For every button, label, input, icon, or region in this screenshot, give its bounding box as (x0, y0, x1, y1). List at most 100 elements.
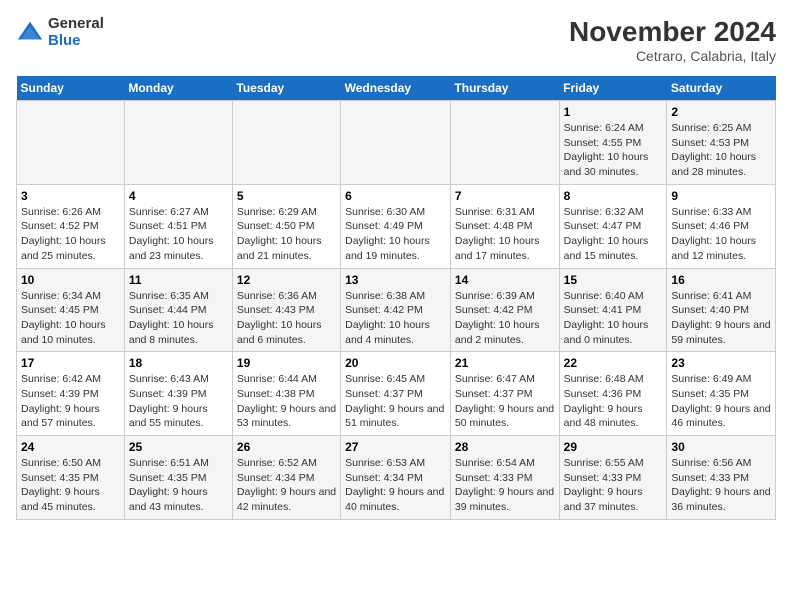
page-subtitle: Cetraro, Calabria, Italy (569, 48, 776, 64)
calendar-cell: 15 Sunrise: 6:40 AM Sunset: 4:41 PM Dayli… (559, 268, 667, 352)
calendar-cell (17, 101, 125, 185)
day-number: 7 (455, 189, 555, 203)
weekday-header: Wednesday (341, 76, 451, 101)
page-header: General Blue November 2024 Cetraro, Cala… (16, 16, 776, 64)
calendar-cell: 6Sunrise: 6:30 AM Sunset: 4:49 PM Daylig… (341, 184, 451, 268)
day-number: 6 (345, 189, 446, 203)
day-info: Sunrise: 6:35 AM Sunset: 4:44 PM Dayligh… (129, 289, 228, 348)
day-info: Sunrise: 6:29 AM Sunset: 4:50 PM Dayligh… (237, 205, 336, 264)
day-number: 30 (671, 440, 771, 454)
day-info: Sunrise: 6:52 AM Sunset: 4:34 PM Dayligh… (237, 456, 336, 515)
calendar-week-row: 3Sunrise: 6:26 AM Sunset: 4:52 PM Daylig… (17, 184, 776, 268)
weekday-header: Monday (124, 76, 232, 101)
day-number: 15 (564, 273, 663, 287)
day-number: 26 (237, 440, 336, 454)
calendar-cell: 23Sunrise: 6:49 AM Sunset: 4:35 PM Dayli… (667, 352, 776, 436)
calendar-week-row: 10 Sunrise: 6:34 AM Sunset: 4:45 PM Dayli… (17, 268, 776, 352)
calendar-body: 1 Sunrise: 6:24 AM Sunset: 4:55 PM Daylig… (17, 101, 776, 520)
calendar-cell: 24 Sunrise: 6:50 AM Sunset: 4:35 PM Dayli… (17, 436, 125, 520)
day-info: Sunrise: 6:47 AM Sunset: 4:37 PM Dayligh… (455, 372, 555, 431)
day-info: Sunrise: 6:40 AM Sunset: 4:41 PM Dayligh… (564, 289, 663, 348)
day-info: Sunrise: 6:45 AM Sunset: 4:37 PM Dayligh… (345, 372, 446, 431)
day-number: 13 (345, 273, 446, 287)
calendar-cell: 22 Sunrise: 6:48 AM Sunset: 4:36 PM Dayli… (559, 352, 667, 436)
calendar-table: SundayMondayTuesdayWednesdayThursdayFrid… (16, 76, 776, 520)
day-number: 28 (455, 440, 555, 454)
day-number: 9 (671, 189, 771, 203)
calendar-cell: 12 Sunrise: 6:36 AM Sunset: 4:43 PM Dayli… (232, 268, 340, 352)
calendar-cell (124, 101, 232, 185)
calendar-cell: 14Sunrise: 6:39 AM Sunset: 4:42 PM Dayli… (450, 268, 559, 352)
day-number: 27 (345, 440, 446, 454)
calendar-cell: 16 Sunrise: 6:41 AM Sunset: 4:40 PM Dayli… (667, 268, 776, 352)
day-number: 24 (21, 440, 120, 454)
day-info: Sunrise: 6:51 AM Sunset: 4:35 PM Dayligh… (129, 456, 228, 515)
weekday-header: Saturday (667, 76, 776, 101)
calendar-cell (232, 101, 340, 185)
day-number: 14 (455, 273, 555, 287)
calendar-cell: 2 Sunrise: 6:25 AM Sunset: 4:53 PM Daylig… (667, 101, 776, 185)
day-number: 18 (129, 356, 228, 370)
day-info: Sunrise: 6:56 AM Sunset: 4:33 PM Dayligh… (671, 456, 771, 515)
logo-general: General (48, 16, 104, 33)
calendar-cell: 26 Sunrise: 6:52 AM Sunset: 4:34 PM Dayli… (232, 436, 340, 520)
day-info: Sunrise: 6:38 AM Sunset: 4:42 PM Dayligh… (345, 289, 446, 348)
day-number: 12 (237, 273, 336, 287)
day-info: Sunrise: 6:41 AM Sunset: 4:40 PM Dayligh… (671, 289, 771, 348)
calendar-cell: 25 Sunrise: 6:51 AM Sunset: 4:35 PM Dayli… (124, 436, 232, 520)
day-number: 29 (564, 440, 663, 454)
weekday-header: Thursday (450, 76, 559, 101)
day-number: 4 (129, 189, 228, 203)
logo-icon (16, 19, 44, 47)
calendar-cell: 19 Sunrise: 6:44 AM Sunset: 4:38 PM Dayli… (232, 352, 340, 436)
calendar-cell (450, 101, 559, 185)
weekday-header: Sunday (17, 76, 125, 101)
day-number: 20 (345, 356, 446, 370)
page-title: November 2024 (569, 16, 776, 48)
day-info: Sunrise: 6:55 AM Sunset: 4:33 PM Dayligh… (564, 456, 663, 515)
day-info: Sunrise: 6:36 AM Sunset: 4:43 PM Dayligh… (237, 289, 336, 348)
day-number: 16 (671, 273, 771, 287)
day-info: Sunrise: 6:34 AM Sunset: 4:45 PM Dayligh… (21, 289, 120, 348)
day-number: 2 (671, 105, 771, 119)
day-info: Sunrise: 6:43 AM Sunset: 4:39 PM Dayligh… (129, 372, 228, 431)
day-info: Sunrise: 6:25 AM Sunset: 4:53 PM Dayligh… (671, 121, 771, 180)
logo-blue: Blue (48, 33, 104, 50)
day-info: Sunrise: 6:32 AM Sunset: 4:47 PM Dayligh… (564, 205, 663, 264)
day-number: 25 (129, 440, 228, 454)
calendar-cell: 7Sunrise: 6:31 AM Sunset: 4:48 PM Daylig… (450, 184, 559, 268)
day-number: 17 (21, 356, 120, 370)
day-number: 5 (237, 189, 336, 203)
calendar-cell: 3Sunrise: 6:26 AM Sunset: 4:52 PM Daylig… (17, 184, 125, 268)
calendar-cell: 4 Sunrise: 6:27 AM Sunset: 4:51 PM Daylig… (124, 184, 232, 268)
calendar-header-row: SundayMondayTuesdayWednesdayThursdayFrid… (17, 76, 776, 101)
calendar-cell: 30 Sunrise: 6:56 AM Sunset: 4:33 PM Dayli… (667, 436, 776, 520)
calendar-cell: 13 Sunrise: 6:38 AM Sunset: 4:42 PM Dayli… (341, 268, 451, 352)
day-info: Sunrise: 6:33 AM Sunset: 4:46 PM Dayligh… (671, 205, 771, 264)
logo[interactable]: General Blue (16, 16, 104, 49)
day-number: 10 (21, 273, 120, 287)
day-info: Sunrise: 6:26 AM Sunset: 4:52 PM Dayligh… (21, 205, 120, 264)
weekday-header: Friday (559, 76, 667, 101)
calendar-cell: 10 Sunrise: 6:34 AM Sunset: 4:45 PM Dayli… (17, 268, 125, 352)
calendar-cell: 5 Sunrise: 6:29 AM Sunset: 4:50 PM Daylig… (232, 184, 340, 268)
calendar-cell: 20 Sunrise: 6:45 AM Sunset: 4:37 PM Dayli… (341, 352, 451, 436)
day-info: Sunrise: 6:44 AM Sunset: 4:38 PM Dayligh… (237, 372, 336, 431)
day-number: 22 (564, 356, 663, 370)
calendar-cell: 28 Sunrise: 6:54 AM Sunset: 4:33 PM Dayli… (450, 436, 559, 520)
day-info: Sunrise: 6:27 AM Sunset: 4:51 PM Dayligh… (129, 205, 228, 264)
calendar-cell: 27Sunrise: 6:53 AM Sunset: 4:34 PM Dayli… (341, 436, 451, 520)
day-info: Sunrise: 6:50 AM Sunset: 4:35 PM Dayligh… (21, 456, 120, 515)
calendar-cell: 11Sunrise: 6:35 AM Sunset: 4:44 PM Dayli… (124, 268, 232, 352)
day-info: Sunrise: 6:48 AM Sunset: 4:36 PM Dayligh… (564, 372, 663, 431)
calendar-week-row: 17Sunrise: 6:42 AM Sunset: 4:39 PM Dayli… (17, 352, 776, 436)
day-number: 8 (564, 189, 663, 203)
day-info: Sunrise: 6:54 AM Sunset: 4:33 PM Dayligh… (455, 456, 555, 515)
day-info: Sunrise: 6:49 AM Sunset: 4:35 PM Dayligh… (671, 372, 771, 431)
day-info: Sunrise: 6:24 AM Sunset: 4:55 PM Dayligh… (564, 121, 663, 180)
calendar-cell: 17Sunrise: 6:42 AM Sunset: 4:39 PM Dayli… (17, 352, 125, 436)
title-block: November 2024 Cetraro, Calabria, Italy (569, 16, 776, 64)
weekday-header: Tuesday (232, 76, 340, 101)
day-number: 19 (237, 356, 336, 370)
day-number: 1 (564, 105, 663, 119)
